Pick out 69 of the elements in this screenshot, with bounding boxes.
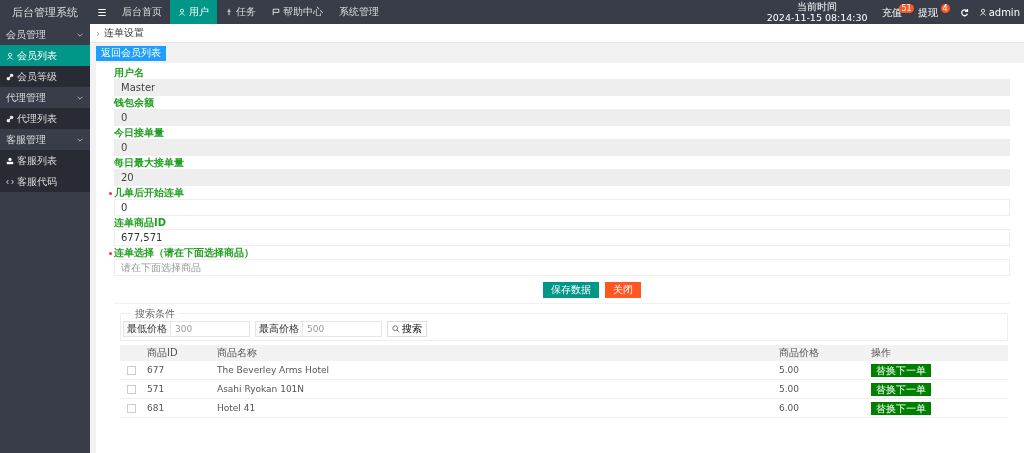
row-checkbox[interactable] [127,366,136,375]
table-cell: Hotel 41 [216,398,778,418]
search-legend: 搜索条件 [131,307,179,321]
nav-tab[interactable]: 帮助中心 [264,0,331,24]
table-cell: Asahi Ryokan 101N [216,379,778,399]
table-cell: 6.00 [778,398,870,418]
input-field[interactable]: 0 [114,199,1010,216]
save-button[interactable]: 保存数据 [543,282,599,298]
input-field[interactable]: 0 [114,139,1010,156]
current-time: 2024-11-15 08:14:30 [766,12,868,23]
people-icon [6,156,14,165]
table-cell: 681 [146,398,216,418]
sidebar-item[interactable]: 会员列表 [0,45,90,66]
breadcrumb-separator: › [96,27,100,39]
nav-tab[interactable]: 后台首页 [114,0,170,24]
field-label: 每日最大接单量 [114,157,184,169]
row-checkbox[interactable] [127,404,136,413]
column-header: 操作 [870,345,1008,361]
sidebar-item[interactable]: 客服列表 [0,150,90,171]
link-icon [6,114,14,123]
sidebar-item[interactable]: 代理列表 [0,108,90,129]
column-header: 商品名称 [216,345,778,361]
field-label: 用户名 [114,67,144,79]
code-icon [6,177,14,186]
field-label: 连单商品ID [114,217,167,229]
input-field[interactable]: 请在下面选择商品 [114,259,1010,276]
field-label: 连单选择（请在下面选择商品） [114,247,254,259]
field-label: 钱包余额 [114,97,154,109]
time-label: 当前时间 [797,1,838,12]
nav-tab[interactable]: 用户 [170,0,217,24]
row-checkbox[interactable] [127,385,136,394]
table-cell: 5.00 [778,379,870,399]
input-field[interactable]: Master [114,79,1010,96]
field-label: 几单后开始连单 [114,187,184,199]
flag-icon [272,8,280,16]
count-badge: 4 [940,4,950,13]
search-button[interactable]: 搜索 [387,321,427,337]
link-icon [6,72,14,81]
input-field[interactable]: 20 [114,169,1010,186]
input-field[interactable]: 0 [114,109,1010,126]
nav-tab[interactable]: 系统管理 [331,0,387,24]
refresh-icon[interactable] [959,7,969,17]
replace-button[interactable]: 替换下一单 [871,401,931,415]
replace-button[interactable]: 替换下一单 [871,382,931,396]
min-price-field[interactable]: 最低价格 300 [123,321,250,337]
notice-link[interactable]: 提现 [917,7,938,18]
input-field[interactable]: 677,571 [114,229,1010,246]
user-icon [6,51,14,60]
notice-link[interactable]: 充值 [881,7,902,18]
column-header: 商品ID [146,345,216,361]
max-price-field[interactable]: 最高价格 500 [255,321,382,337]
table-cell: 571 [146,379,216,399]
sidebar-item[interactable]: 会员等级 [0,66,90,87]
breadcrumb: 连单设置 [104,26,144,40]
table-cell: The Beverley Arms Hotel [216,361,778,380]
column-header: 商品价格 [778,345,870,361]
table-cell: 677 [146,361,216,380]
user-icon [978,8,987,16]
field-label: 今日接单量 [114,127,164,139]
search-icon [392,325,400,333]
nav-tab[interactable]: 任务 [217,0,264,24]
sidebar-item[interactable]: 客服代码 [0,171,90,192]
app-logo: 后台管理系统 [11,4,79,20]
user-icon [178,8,186,16]
user-menu[interactable]: admin [978,6,1020,18]
menu-icon[interactable]: ☰ [90,6,114,18]
replace-button[interactable]: 替换下一单 [871,363,931,377]
table-cell: 5.00 [778,361,870,380]
pin-icon [225,8,233,16]
